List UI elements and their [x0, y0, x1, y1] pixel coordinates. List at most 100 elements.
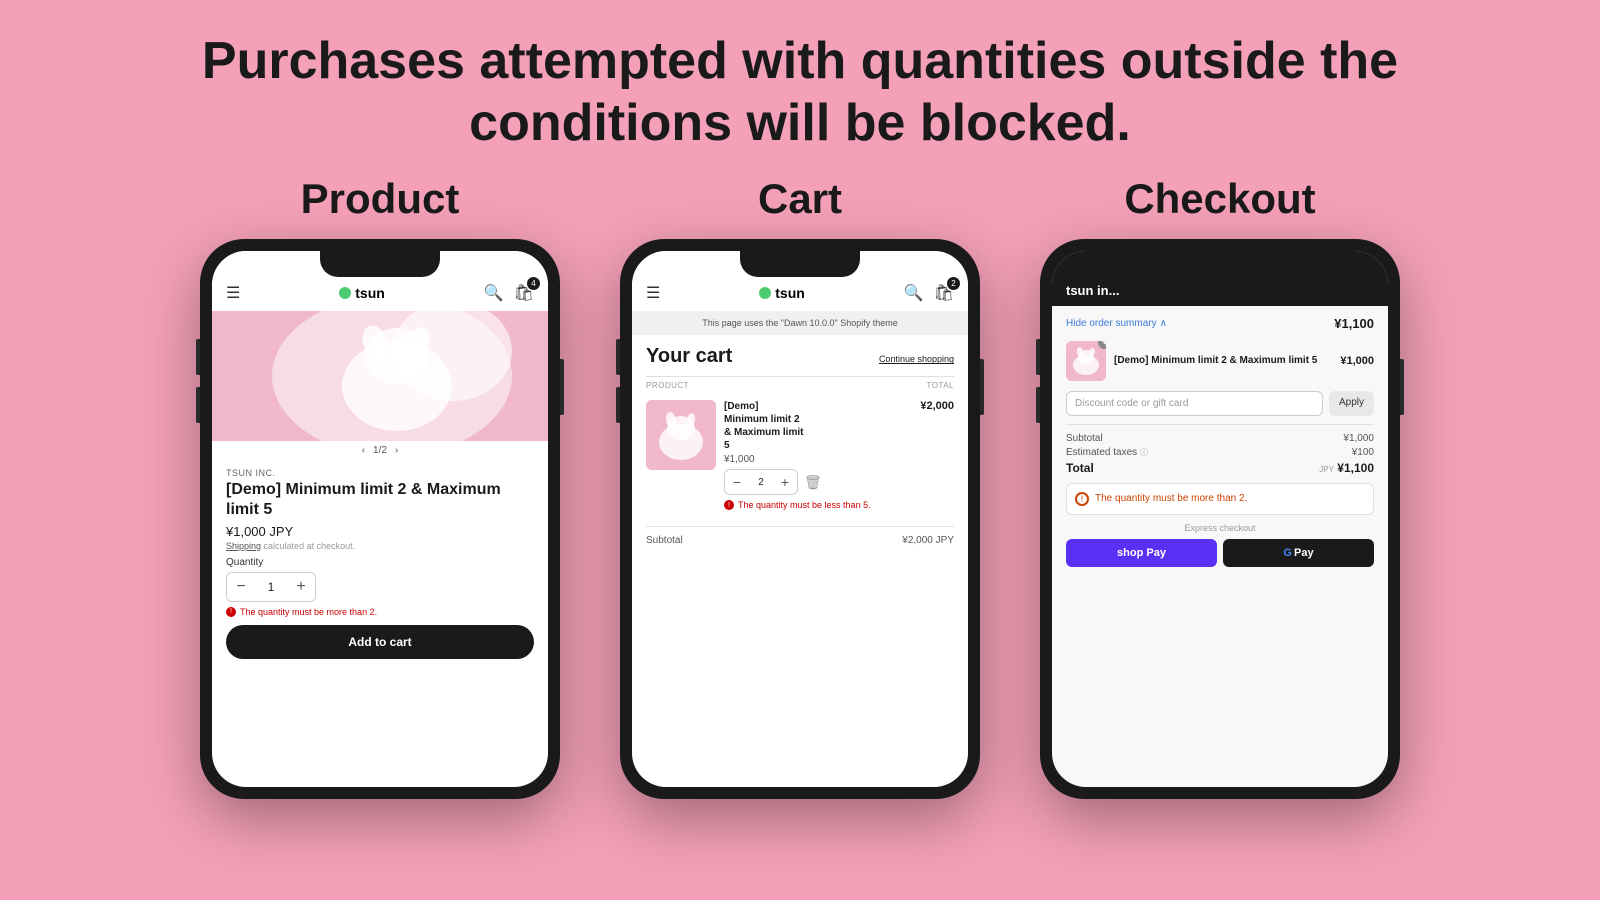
cart-side-btn-right [980, 359, 984, 415]
product-phone: ☰ tsun 🔍 🛍 4 [200, 239, 560, 799]
cart-error-msg: ! The quantity must be less than 5. [724, 500, 954, 510]
checkout-side-btn-right [1400, 359, 1404, 415]
product-label: Product [301, 175, 460, 223]
order-summary-toggle: Hide order summary ∧ ¥1,100 [1066, 316, 1374, 331]
checkout-error-box: ! The quantity must be more than 2. [1066, 483, 1374, 515]
subtotal-row: Subtotal ¥1,000 [1066, 433, 1374, 444]
shipping-suffix: calculated at checkout. [264, 541, 356, 551]
cart-qty-increase[interactable]: + [773, 470, 797, 494]
cart-error-icon: ! [724, 500, 734, 510]
subtotal-label: Subtotal [646, 535, 683, 546]
qty-value: 1 [255, 580, 287, 594]
gpay-button[interactable]: G Pay [1223, 539, 1374, 567]
order-item-row: 1 [Demo] Minimum limit 2 & Maximum limit… [1066, 341, 1374, 381]
taxes-row: Estimated taxes ⓘ ¥100 [1066, 447, 1374, 458]
cart-item-total: ¥2,000 [920, 400, 954, 412]
cart-phone: ☰ tsun 🔍 🛍 2 This page uses the "Dawn [620, 239, 980, 799]
continue-shopping-link[interactable]: Continue shopping [879, 354, 954, 364]
checkout-phone: tsun in... Hide order summary ∧ ¥1,100 [1040, 239, 1400, 799]
product-image-svg [212, 311, 548, 441]
search-icon[interactable]: 🔍 [484, 283, 504, 303]
cart-hamburger-icon[interactable]: ☰ [646, 283, 660, 303]
taxes-info-icon: ⓘ [1140, 448, 1148, 457]
notice-banner: This page uses the "Dawn 10.0.0" Shopify… [632, 311, 968, 336]
subtotal-value: ¥2,000 JPY [902, 535, 954, 546]
discount-apply-btn[interactable]: Apply [1329, 391, 1374, 416]
cart-search-icon[interactable]: 🔍 [904, 283, 924, 303]
cart-logo: tsun [759, 285, 805, 301]
cart-section: Cart ☰ tsun 🔍 🛍 2 [620, 175, 980, 799]
cart-logo-dot [759, 287, 771, 299]
cart-bag-badge: 2 [947, 277, 960, 290]
order-summary-link[interactable]: Hide order summary ∧ [1066, 318, 1167, 329]
cart-bag-icon[interactable]: 🛍 2 [934, 283, 954, 303]
product-price: ¥1,000 JPY [226, 524, 534, 539]
add-to-cart-button[interactable]: Add to cart [226, 625, 534, 659]
checkout-content: Hide order summary ∧ ¥1,100 1 [1052, 306, 1388, 567]
checkout-total-label: Total [1066, 461, 1094, 475]
prev-arrow[interactable]: ‹ [362, 445, 365, 456]
order-item-info: [Demo] Minimum limit 2 & Maximum limit 5 [1114, 354, 1332, 367]
checkout-side-btn-left2 [1036, 387, 1040, 423]
discount-row: Discount code or gift card Apply [1066, 391, 1374, 416]
checkout-subtotal-label: Subtotal [1066, 433, 1103, 444]
express-checkout-label: Express checkout [1066, 523, 1374, 533]
cart-item-info: [Demo] Minimum limit 2 & Maximum limit 5… [724, 400, 954, 510]
cart-product-svg [646, 400, 716, 470]
product-error-msg: ! The quantity must be more than 2. [226, 607, 534, 617]
cart-qty-control: − 2 + [724, 469, 798, 495]
payment-buttons: shop Pay G Pay [1066, 539, 1374, 567]
product-img-nav: ‹ 1/2 › [212, 441, 548, 460]
phone-notch-product [320, 251, 440, 277]
cart-delete-btn[interactable]: 🗑 [804, 474, 822, 491]
product-screen: ☰ tsun 🔍 🛍 4 [212, 251, 548, 787]
error-icon: ! [226, 607, 236, 617]
cart-qty-row: − 2 + 🗑 [724, 469, 954, 495]
side-btn-left1 [196, 339, 200, 375]
checkout-label: Checkout [1124, 175, 1315, 223]
cart-qty-decrease[interactable]: − [725, 470, 749, 494]
shop-pay-label: shop Pay [1117, 547, 1166, 559]
side-btn-left2 [196, 387, 200, 423]
shop-pay-button[interactable]: shop Pay [1066, 539, 1217, 567]
brand-name: TSUN INC. [226, 468, 534, 478]
quantity-control: − 1 + [226, 572, 316, 602]
product-image-area [212, 311, 548, 441]
discount-input[interactable]: Discount code or gift card [1066, 391, 1323, 416]
qty-increase-btn[interactable]: + [287, 573, 315, 601]
quantity-label: Quantity [226, 557, 534, 568]
checkout-logo: tsun in... [1066, 283, 1119, 298]
cart-icon[interactable]: 🛍 4 [514, 283, 534, 303]
checkout-subtotal-value: ¥1,000 [1343, 433, 1374, 444]
cart-title: Your cart [646, 345, 732, 368]
product-section: Product ☰ tsun 🔍 🛍 [200, 175, 560, 799]
cart-nav-icons: 🔍 🛍 2 [904, 283, 954, 303]
shipping-info: Shipping calculated at checkout. [226, 541, 534, 551]
total-col-header: TOTAL [926, 381, 954, 390]
checkout-error-text: The quantity must be more than 2. [1095, 493, 1247, 504]
checkout-taxes-value: ¥100 [1352, 447, 1374, 458]
cart-table-header: PRODUCT TOTAL [646, 376, 954, 394]
order-item-name: [Demo] Minimum limit 2 & Maximum limit 5 [1114, 354, 1332, 367]
cart-badge: 4 [527, 277, 540, 290]
checkout-total-value: JPY ¥1,100 [1319, 461, 1374, 475]
cart-header: Your cart Continue shopping [646, 345, 954, 368]
order-item-image: 1 [1066, 341, 1106, 381]
hamburger-icon[interactable]: ☰ [226, 283, 240, 303]
checkout-side-btn-left1 [1036, 339, 1040, 375]
order-total: ¥1,100 [1334, 316, 1374, 331]
cart-screen: ☰ tsun 🔍 🛍 2 This page uses the "Dawn [632, 251, 968, 787]
product-name: [Demo] Minimum limit 2 & Maximum limit 5 [226, 480, 534, 520]
qty-decrease-btn[interactable]: − [227, 573, 255, 601]
next-arrow[interactable]: › [395, 445, 398, 456]
totals-section: Subtotal ¥1,000 Estimated taxes ⓘ ¥100 T… [1066, 424, 1374, 475]
logo-dot [339, 287, 351, 299]
checkout-taxes-label: Estimated taxes ⓘ [1066, 447, 1148, 458]
checkout-screen: tsun in... Hide order summary ∧ ¥1,100 [1052, 251, 1388, 787]
shipping-link[interactable]: Shipping [226, 541, 261, 551]
nav-icons: 🔍 🛍 4 [484, 283, 534, 303]
cart-item: [Demo] Minimum limit 2 & Maximum limit 5… [646, 400, 954, 518]
product-logo: tsun [339, 285, 385, 301]
grand-total-row: Total JPY ¥1,100 [1066, 461, 1374, 475]
cart-content: Your cart Continue shopping PRODUCT TOTA… [632, 335, 968, 546]
